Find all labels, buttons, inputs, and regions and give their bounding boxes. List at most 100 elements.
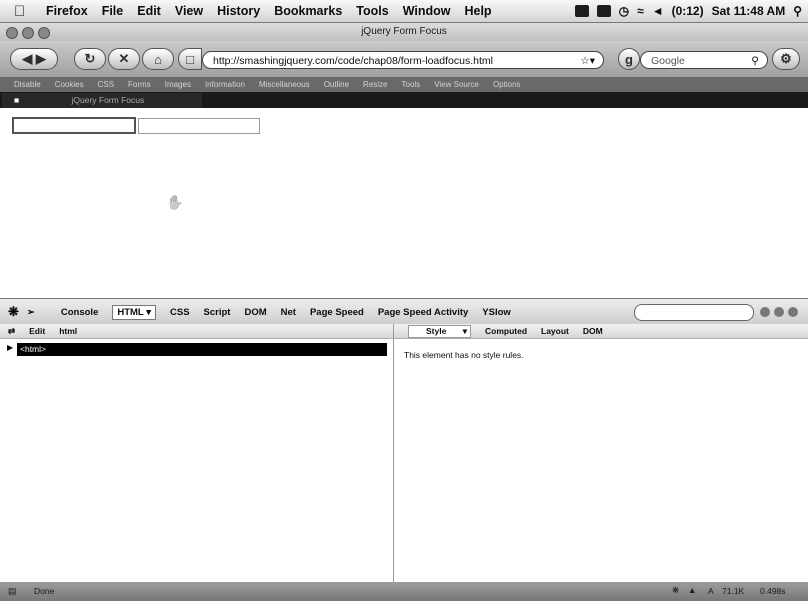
bookmark-star-icon[interactable]: ☆▾ (580, 52, 595, 70)
tab-strip: ■ jQuery Form Focus (0, 92, 808, 108)
stop-button[interactable]: ✕ (108, 48, 140, 70)
menu-window[interactable]: Window (403, 4, 451, 18)
wd-information[interactable]: Information (205, 80, 245, 89)
wd-forms[interactable]: Forms (128, 80, 151, 89)
wd-cookies[interactable]: Cookies (55, 80, 84, 89)
tab-favicon-icon: ■ (14, 95, 20, 105)
menu-tools[interactable]: Tools (356, 4, 388, 18)
fb-tab-script[interactable]: Script (204, 307, 231, 318)
menu-help[interactable]: Help (464, 4, 491, 18)
inspect-arrow-icon[interactable]: ⇄ (8, 326, 15, 337)
mac-menubar:  Firefox File Edit View History Bookmar… (0, 0, 808, 23)
html-panel-toolbar: ⇄ Edit html (0, 324, 393, 339)
status-bar: ▤ Done ❋ ▲ A 71.1K 0.498s (0, 582, 808, 601)
wd-miscellaneous[interactable]: Miscellaneous (259, 80, 310, 89)
fb-tab-console[interactable]: Console (61, 307, 98, 318)
search-icon[interactable]: ⚲ (751, 52, 759, 70)
page-icon: □ (186, 51, 194, 67)
page-content: ✋ (0, 108, 808, 298)
fb-tab-css[interactable]: CSS (170, 307, 190, 318)
time-machine-icon[interactable]: ◷ (619, 4, 629, 18)
html-tree-node[interactable]: <html> (17, 343, 387, 356)
addon-icon: ⚙ (780, 51, 792, 66)
fb-tab-yslow[interactable]: YSlow (482, 307, 511, 318)
clock[interactable]: Sat 11:48 AM (712, 4, 786, 18)
window-titlebar: jQuery Form Focus (0, 23, 808, 41)
wd-outline[interactable]: Outline (324, 80, 349, 89)
firebug-icon[interactable]: ❋ (8, 304, 19, 320)
menu-bookmarks[interactable]: Bookmarks (274, 4, 342, 18)
wd-css[interactable]: CSS (98, 80, 114, 89)
wd-images[interactable]: Images (165, 80, 191, 89)
side-tab-style[interactable]: Style ▾ (408, 324, 471, 338)
side-tab-computed[interactable]: Computed (485, 326, 527, 336)
back-forward-button[interactable]: ◀ ▶ (10, 48, 58, 70)
fb-tab-html[interactable]: HTML ▾ (112, 304, 156, 320)
wd-view-source[interactable]: View Source (434, 80, 479, 89)
stop-icon: ✕ (118, 51, 130, 66)
close-window-button[interactable] (6, 27, 18, 39)
grade-icon[interactable]: A (708, 586, 714, 596)
site-identity-button[interactable]: □ (178, 48, 202, 70)
side-tab-style-label: Style (426, 325, 447, 336)
addon-button[interactable]: ⚙ (772, 48, 800, 70)
tab-label: jQuery Form Focus (71, 95, 145, 105)
menu-history[interactable]: History (217, 4, 260, 18)
fb-detach-icon[interactable] (774, 307, 784, 317)
minimize-window-button[interactable] (22, 27, 34, 39)
load-time: 0.498s (760, 586, 786, 596)
back-arrow-icon: ◀ (22, 51, 33, 66)
wd-tools[interactable]: Tools (402, 80, 421, 89)
wd-options[interactable]: Options (493, 80, 521, 89)
volume-icon[interactable]: ◄ (652, 4, 664, 18)
apple-icon[interactable]:  (14, 3, 32, 20)
wifi-icon[interactable]: ≈ (637, 4, 644, 18)
status-dock-icon[interactable] (596, 5, 611, 17)
fb-tab-page-speed[interactable]: Page Speed (310, 307, 364, 318)
tab-jquery-form-focus[interactable]: ■ jQuery Form Focus (2, 93, 202, 108)
fb-tab-html-label: HTML (117, 306, 144, 318)
status-icon: ▤ (8, 586, 17, 596)
fb-tab-net[interactable]: Net (281, 307, 296, 318)
side-tab-dom[interactable]: DOM (583, 326, 603, 336)
firebug-search-input[interactable] (634, 304, 754, 321)
chevron-down-icon: ▾ (146, 306, 151, 318)
search-bar[interactable]: Google ⚲ (640, 51, 768, 69)
fb-tab-dom[interactable]: DOM (244, 307, 266, 318)
second-text-input[interactable] (138, 118, 260, 134)
url-text: http://smashingjquery.com/code/chap08/fo… (213, 55, 493, 67)
battery-status[interactable]: (0:12) (672, 4, 704, 18)
inspect-icon[interactable]: ➢ (27, 307, 35, 318)
screen:  Firefox File Edit View History Bookmar… (0, 0, 808, 601)
reload-icon: ↻ (84, 51, 96, 66)
menu-file[interactable]: File (102, 4, 124, 18)
style-rules-message: This element has no style rules. (404, 350, 524, 360)
fb-tab-page-speed-activity[interactable]: Page Speed Activity (378, 307, 468, 318)
zoom-window-button[interactable] (38, 27, 50, 39)
wd-resize[interactable]: Resize (363, 80, 387, 89)
expand-triangle-icon[interactable]: ▶ (7, 343, 13, 352)
search-engine-button[interactable]: g (618, 48, 640, 70)
breadcrumb-html[interactable]: html (59, 326, 77, 336)
url-bar[interactable]: http://smashingjquery.com/code/chap08/fo… (202, 51, 604, 69)
side-tab-layout[interactable]: Layout (541, 326, 569, 336)
status-text: Done (34, 586, 55, 596)
focused-text-input[interactable] (12, 117, 136, 134)
reload-button[interactable]: ↻ (74, 48, 106, 70)
home-button[interactable]: ⌂ (142, 48, 174, 70)
status-app-icon[interactable] (574, 5, 589, 17)
menu-app-name[interactable]: Firefox (46, 4, 88, 18)
navigation-toolbar: ◀ ▶ ↻ ✕ ⌂ □ http://smashingjquery.com/co… (0, 41, 808, 77)
menu-view[interactable]: View (175, 4, 203, 18)
fb-close-icon[interactable] (788, 307, 798, 317)
menu-edit[interactable]: Edit (137, 4, 161, 18)
firebug-status-icon[interactable]: ❋ (672, 585, 679, 596)
edit-button[interactable]: Edit (29, 326, 45, 336)
home-icon: ⌂ (154, 51, 162, 67)
spotlight-icon[interactable]: ⚲ (793, 4, 802, 18)
wd-disable[interactable]: Disable (14, 80, 41, 89)
yslow-icon[interactable]: ▲ (688, 585, 696, 595)
chevron-down-icon: ▾ (462, 325, 467, 336)
fb-minimize-icon[interactable] (760, 307, 770, 317)
side-panel-tabs: Style ▾ Computed Layout DOM (394, 324, 808, 339)
